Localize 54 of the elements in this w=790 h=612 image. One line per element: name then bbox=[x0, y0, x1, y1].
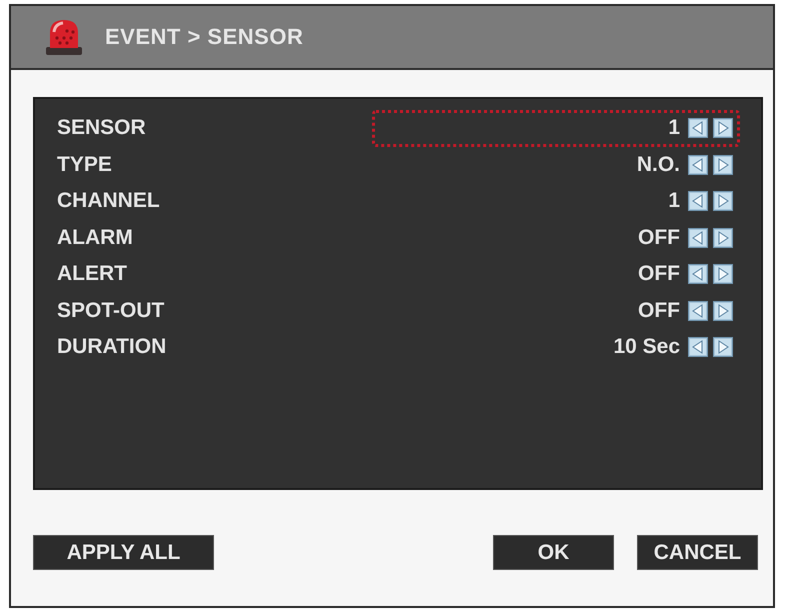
value-field[interactable]: OFF bbox=[372, 256, 740, 293]
left-arrow-icon bbox=[688, 300, 708, 321]
previous-value-button[interactable] bbox=[688, 264, 708, 284]
setting-label: DURATION bbox=[57, 335, 166, 360]
previous-value-button[interactable] bbox=[688, 300, 708, 321]
value-field[interactable]: OFF bbox=[372, 292, 740, 330]
setting-value: OFF bbox=[638, 226, 680, 250]
next-value-button[interactable] bbox=[713, 191, 733, 212]
setting-value: OFF bbox=[638, 262, 680, 286]
left-arrow-icon bbox=[688, 337, 708, 358]
left-arrow-icon bbox=[688, 191, 708, 212]
right-arrow-icon bbox=[713, 191, 733, 212]
value-field[interactable]: OFF bbox=[372, 219, 740, 256]
window-title: EVENT > SENSOR bbox=[105, 24, 304, 50]
left-arrow-icon bbox=[688, 118, 708, 138]
right-arrow-icon bbox=[713, 118, 733, 138]
setting-label: TYPE bbox=[57, 152, 112, 177]
value-field[interactable]: 1 bbox=[372, 182, 740, 220]
right-arrow-icon bbox=[713, 154, 733, 175]
previous-value-button[interactable] bbox=[688, 154, 708, 175]
value-field[interactable]: N.O. bbox=[372, 146, 740, 184]
previous-value-button[interactable] bbox=[688, 191, 708, 212]
previous-value-button[interactable] bbox=[688, 337, 708, 358]
setting-value: N.O. bbox=[636, 152, 680, 177]
alarm-light-icon bbox=[45, 18, 83, 56]
right-arrow-icon bbox=[713, 264, 733, 284]
setting-label: SENSOR bbox=[57, 116, 146, 140]
previous-value-button[interactable] bbox=[688, 118, 708, 138]
setting-value: 1 bbox=[668, 189, 680, 214]
value-field[interactable]: 10 Sec bbox=[372, 328, 740, 366]
setting-value: 10 Sec bbox=[613, 335, 680, 360]
setting-label: ALERT bbox=[57, 262, 127, 286]
value-field[interactable]: 1 bbox=[372, 110, 740, 147]
left-arrow-icon bbox=[688, 264, 708, 284]
right-arrow-icon bbox=[713, 228, 733, 248]
next-value-button[interactable] bbox=[713, 300, 733, 321]
right-arrow-icon bbox=[713, 337, 733, 358]
setting-label: CHANNEL bbox=[57, 189, 160, 214]
next-value-button[interactable] bbox=[713, 228, 733, 248]
next-value-button[interactable] bbox=[713, 154, 733, 175]
cancel-button[interactable]: CANCEL bbox=[637, 535, 758, 570]
right-arrow-icon bbox=[713, 300, 733, 321]
next-value-button[interactable] bbox=[713, 337, 733, 358]
setting-label: ALARM bbox=[57, 226, 133, 250]
left-arrow-icon bbox=[688, 228, 708, 248]
setting-label: SPOT-OUT bbox=[57, 298, 164, 323]
ok-button[interactable]: OK bbox=[493, 535, 614, 570]
apply-all-button[interactable]: APPLY ALL bbox=[33, 535, 214, 570]
next-value-button[interactable] bbox=[713, 118, 733, 138]
setting-value: 1 bbox=[668, 116, 680, 140]
next-value-button[interactable] bbox=[713, 264, 733, 284]
previous-value-button[interactable] bbox=[688, 228, 708, 248]
setting-value: OFF bbox=[638, 298, 680, 323]
left-arrow-icon bbox=[688, 154, 708, 175]
